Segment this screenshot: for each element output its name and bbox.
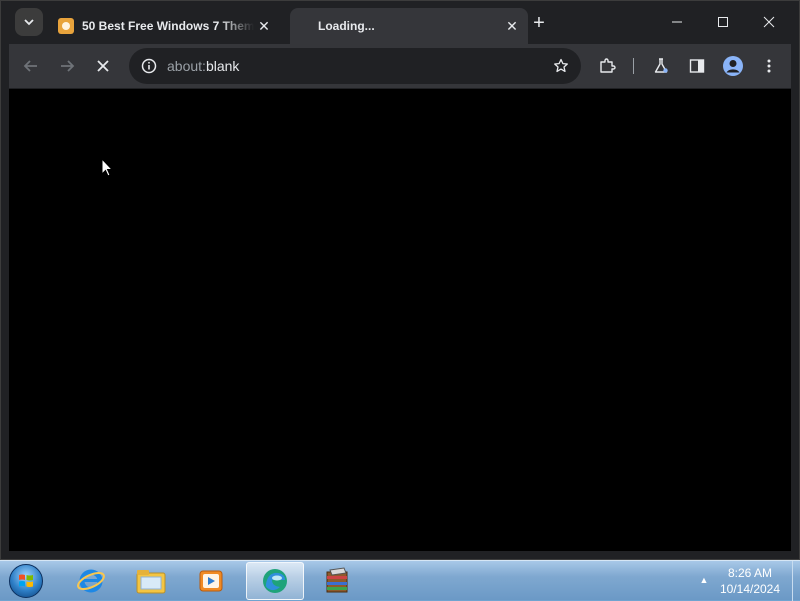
more-vert-icon bbox=[767, 59, 771, 73]
triangle-up-icon: ▲ bbox=[699, 575, 709, 585]
star-icon[interactable] bbox=[547, 52, 575, 80]
tab-title: Loading... bbox=[318, 19, 375, 33]
toolbar-separator bbox=[633, 58, 634, 74]
clock-date: 10/14/2024 bbox=[719, 582, 781, 596]
url-text[interactable]: about:blank bbox=[167, 58, 547, 74]
clock-time: 8:26 AM bbox=[727, 566, 773, 580]
taskbar-app-edge[interactable] bbox=[246, 562, 304, 600]
new-tab-button[interactable]: + bbox=[528, 12, 550, 34]
close-icon[interactable]: ✕ bbox=[502, 16, 522, 36]
taskbar-app-media-player[interactable] bbox=[182, 562, 240, 600]
labs-button[interactable] bbox=[647, 52, 675, 80]
tab-title: 50 Best Free Windows 7 Themes bbox=[82, 19, 254, 33]
folder-explorer-icon bbox=[136, 570, 166, 594]
close-icon[interactable]: ✕ bbox=[254, 16, 274, 36]
taskbar-app-windows-explorer[interactable] bbox=[122, 562, 180, 600]
arrow-right-icon bbox=[61, 60, 75, 72]
chevron-down-icon bbox=[24, 19, 34, 26]
close-icon bbox=[763, 16, 775, 28]
forward-button[interactable] bbox=[53, 52, 81, 80]
minimize-button[interactable] bbox=[654, 8, 700, 36]
page-content[interactable] bbox=[9, 89, 791, 551]
profile-button[interactable] bbox=[719, 52, 747, 80]
internet-explorer-icon bbox=[77, 569, 105, 593]
taskbar-app-internet-explorer[interactable] bbox=[62, 562, 120, 600]
stop-loading-button[interactable] bbox=[89, 52, 117, 80]
tab-loading[interactable]: Loading... ✕ bbox=[290, 8, 528, 44]
puzzle-icon bbox=[600, 58, 616, 73]
taskbar: ▲ 8:26 AM 10/14/2024 bbox=[0, 560, 800, 601]
media-player-icon bbox=[199, 570, 223, 592]
tab-strip: 50 Best Free Windows 7 Themes ✕ Loading.… bbox=[0, 0, 800, 44]
arrow-left-icon bbox=[23, 60, 37, 72]
maximize-button[interactable] bbox=[700, 8, 746, 36]
start-button[interactable] bbox=[6, 562, 46, 600]
edge-icon bbox=[263, 569, 287, 593]
close-window-button[interactable] bbox=[746, 8, 792, 36]
minimize-icon bbox=[672, 21, 682, 23]
show-desktop-button[interactable] bbox=[792, 561, 800, 601]
avatar-icon bbox=[723, 56, 743, 76]
side-panel-button[interactable] bbox=[683, 52, 711, 80]
address-bar[interactable]: about:blank bbox=[129, 48, 581, 84]
tab-search-button[interactable] bbox=[15, 8, 43, 36]
extensions-button[interactable] bbox=[593, 52, 621, 80]
browser-toolbar: about:blank bbox=[9, 44, 791, 88]
mouse-cursor-icon bbox=[101, 158, 113, 177]
taskbar-clock[interactable]: 8:26 AM 10/14/2024 bbox=[712, 565, 788, 597]
info-icon[interactable] bbox=[135, 52, 163, 80]
taskbar-app-winrar[interactable] bbox=[308, 562, 366, 600]
side-panel-icon bbox=[689, 59, 705, 73]
menu-button[interactable] bbox=[755, 52, 783, 80]
windows-logo-icon bbox=[9, 564, 43, 598]
url-scheme: about: bbox=[167, 58, 206, 74]
winrar-icon bbox=[326, 567, 348, 593]
flask-icon bbox=[654, 58, 668, 73]
site-favicon bbox=[58, 18, 74, 34]
back-button[interactable] bbox=[17, 52, 45, 80]
tab-windows-themes[interactable]: 50 Best Free Windows 7 Themes ✕ bbox=[50, 8, 280, 44]
maximize-icon bbox=[718, 17, 728, 27]
plus-icon: + bbox=[533, 11, 545, 34]
show-hidden-icons-button[interactable]: ▲ bbox=[698, 574, 710, 586]
close-icon bbox=[97, 60, 109, 72]
url-path: blank bbox=[205, 58, 240, 74]
